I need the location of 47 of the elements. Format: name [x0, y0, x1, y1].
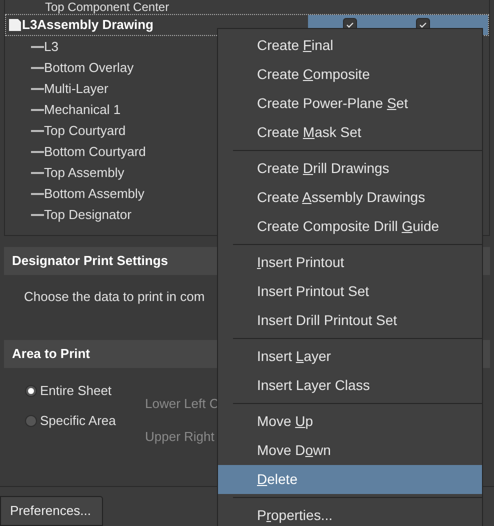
tree-connector-icon [31, 214, 44, 216]
radio-option[interactable]: Entire Sheet [25, 376, 145, 406]
tree-connector-icon [31, 172, 44, 174]
menu-item[interactable]: Properties... [218, 501, 482, 526]
tree-item[interactable]: Top Assembly [44, 162, 124, 182]
tree-item[interactable]: Top Designator [44, 204, 132, 224]
tree-connector-icon [31, 88, 44, 90]
tree-item[interactable]: Multi-Layer [44, 78, 108, 98]
tree-item[interactable]: Top Courtyard [44, 120, 126, 140]
tree-connector-icon [31, 130, 44, 132]
check-icon [418, 22, 427, 28]
radio-option[interactable]: Specific Area [25, 406, 145, 436]
check-icon [346, 22, 354, 28]
tree-item[interactable]: Bottom Courtyard [44, 142, 146, 162]
tree-connector-icon [31, 66, 44, 68]
menu-item[interactable]: Insert Layer Class [218, 371, 482, 400]
menu-item[interactable]: Create Drill Drawings [218, 154, 482, 183]
menu-item[interactable]: Move Up [218, 407, 482, 436]
coordinate-label: Upper Right [145, 428, 216, 446]
section-title: Designator Print Settings [12, 252, 168, 270]
menu-item[interactable]: Delete [218, 465, 482, 494]
description-text: Choose the data to print in com [24, 288, 205, 306]
menu-item[interactable]: Create Composite [218, 60, 482, 89]
radio-button[interactable] [25, 415, 37, 427]
menu-item[interactable]: Insert Layer [218, 342, 482, 371]
radio-button[interactable] [25, 385, 37, 397]
menu-item[interactable]: Insert Printout Set [218, 277, 482, 306]
menu-item[interactable]: Insert Printout [218, 248, 482, 277]
tree-connector-icon [31, 46, 44, 48]
tree-connector-icon [31, 192, 44, 194]
tree-item[interactable]: Bottom Overlay [44, 58, 134, 78]
tree-item[interactable]: Mechanical 1 [44, 100, 121, 120]
menu-item[interactable]: Move Down [218, 436, 482, 465]
tree-connector-icon [31, 108, 44, 110]
tree-item[interactable]: L3Assembly Drawing [22, 15, 154, 35]
menu-item[interactable]: Create Mask Set [218, 118, 482, 147]
menu-item[interactable]: Insert Drill Printout Set [218, 306, 482, 335]
tree-connector-icon [31, 150, 44, 152]
tree-item[interactable]: L3 [44, 36, 58, 56]
tree-item[interactable]: Top Component Center [45, 0, 170, 14]
section-title: Area to Print [12, 345, 90, 364]
preferences-button[interactable]: Preferences... [0, 496, 103, 526]
document-icon [8, 18, 22, 32]
menu-item[interactable]: Create Power-Plane Set [218, 89, 482, 118]
tree-item[interactable]: Bottom Assembly [44, 184, 144, 204]
menu-item[interactable]: Create Composite Drill Guide [218, 212, 482, 241]
menu-item[interactable]: Create Assembly Drawings [218, 183, 482, 212]
